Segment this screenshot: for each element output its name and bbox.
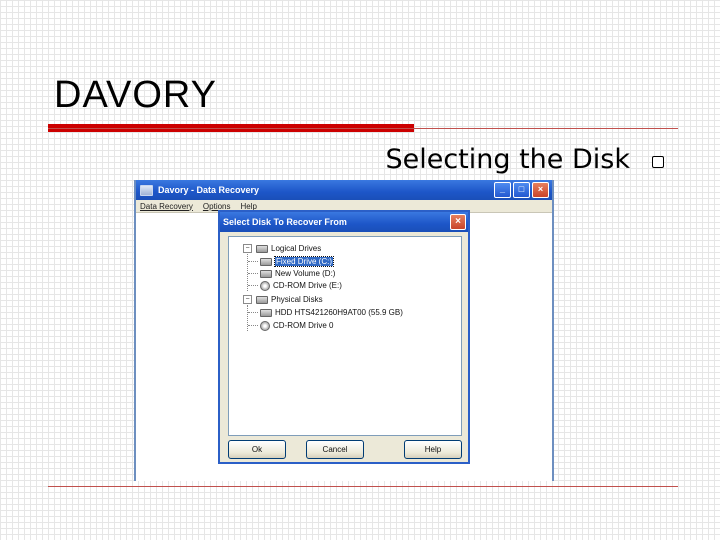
tree-node-cdrom-unit[interactable]: CD-ROM Drive 0 <box>248 320 333 331</box>
tree-node-label: CD-ROM Drive (E:) <box>273 281 342 290</box>
app-icon <box>140 184 153 196</box>
minimize-button[interactable]: _ <box>494 182 511 198</box>
hard-drive-icon <box>260 257 272 266</box>
drives-icon <box>256 244 268 253</box>
tree-branch <box>248 312 258 313</box>
menu-data-recovery[interactable]: Data Recovery <box>140 202 193 211</box>
tree-node-label: HDD HTS421260H9AT00 (55.9 GB) <box>275 308 403 317</box>
collapse-icon[interactable]: − <box>243 295 252 304</box>
tree-node-cdrom-drive[interactable]: CD-ROM Drive (E:) <box>248 280 342 291</box>
app-titlebar[interactable]: Davory - Data Recovery _ □ × <box>136 180 552 200</box>
dialog-title: Select Disk To Recover From <box>223 217 347 227</box>
help-button[interactable]: Help <box>404 440 462 459</box>
disks-icon <box>256 295 268 304</box>
bullet-marker <box>652 156 664 168</box>
footer-rule <box>48 486 678 487</box>
tree-node-logical-drives[interactable]: − Logical Drives <box>243 243 321 254</box>
hard-drive-icon <box>260 308 272 317</box>
tree-node-label: Fixed Drive (C:) <box>273 256 335 267</box>
tree-node-label: Logical Drives <box>271 244 322 253</box>
ok-button[interactable]: Ok <box>228 440 286 459</box>
bullet-text: Selecting the Disk <box>385 144 630 175</box>
app-title: Davory - Data Recovery <box>158 185 260 195</box>
cd-drive-icon <box>260 280 270 291</box>
dialog-titlebar[interactable]: Select Disk To Recover From × <box>220 212 468 232</box>
maximize-button[interactable]: □ <box>513 182 530 198</box>
cd-drive-icon <box>260 320 270 331</box>
tree-node-new-volume[interactable]: New Volume (D:) <box>248 268 335 279</box>
tree-branch <box>248 325 258 326</box>
window-controls: _ □ × <box>494 182 549 198</box>
tree-branch <box>248 273 258 274</box>
tree-node-label: Physical Disks <box>271 295 323 304</box>
tree-node-physical-disks[interactable]: − Physical Disks <box>243 294 323 305</box>
tree-branch <box>248 285 258 286</box>
tree-node-label: CD-ROM Drive 0 <box>273 321 334 330</box>
dialog-close-button[interactable]: × <box>450 214 466 230</box>
tree-node-label: New Volume (D:) <box>275 269 336 278</box>
collapse-icon[interactable]: − <box>243 244 252 253</box>
title-rule-thin <box>48 128 678 129</box>
select-disk-dialog: Select Disk To Recover From × − Logical … <box>218 210 470 464</box>
tree-node-fixed-drive[interactable]: Fixed Drive (C:) <box>248 256 335 267</box>
hard-drive-icon <box>260 269 272 278</box>
slide-title: DAVORY <box>54 74 217 116</box>
close-button[interactable]: × <box>532 182 549 198</box>
disk-tree[interactable]: − Logical Drives Fixed Drive (C:) New Vo… <box>228 236 462 436</box>
cancel-button[interactable]: Cancel <box>306 440 364 459</box>
tree-node-hdd[interactable]: HDD HTS421260H9AT00 (55.9 GB) <box>248 307 403 318</box>
tree-branch <box>248 261 258 262</box>
